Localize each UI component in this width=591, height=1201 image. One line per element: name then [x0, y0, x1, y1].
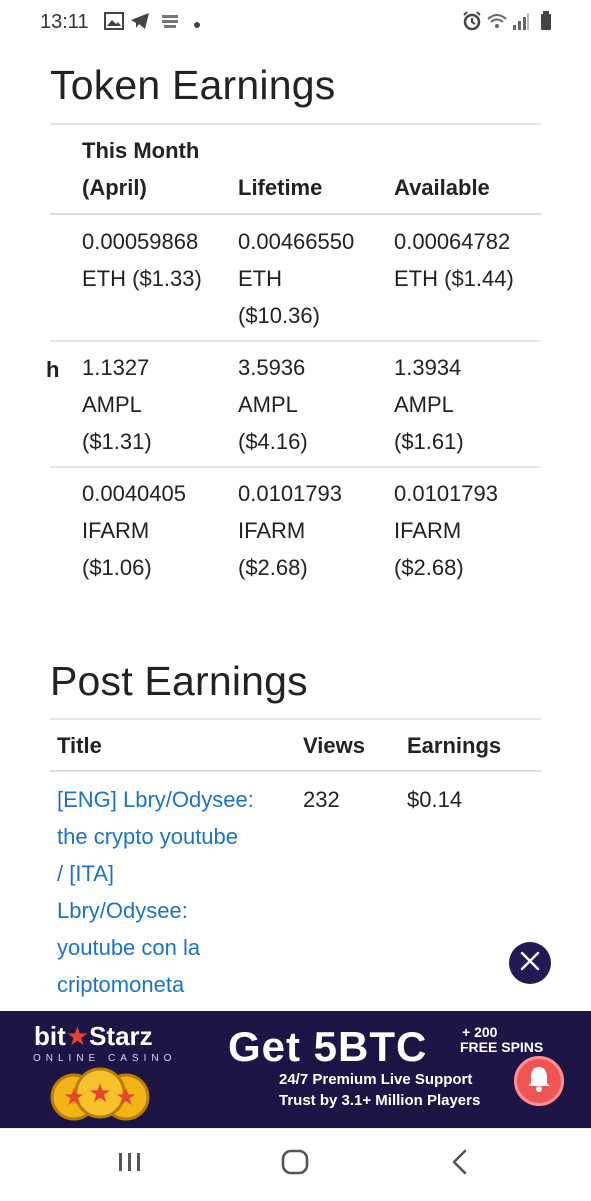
header-lifetime: Lifetime	[238, 175, 323, 200]
recent-apps-icon	[117, 1151, 143, 1178]
ad-bonus: + 200 FREE SPINS	[460, 1024, 544, 1055]
post-views: 232	[303, 787, 340, 812]
eth-available: 0.00064782 ETH ($1.44)	[394, 229, 514, 291]
svg-text:★: ★	[115, 1083, 137, 1111]
ad-banner[interactable]: bit★Starz ONLINE CASINO ★ ★ ★ Get 5BTC +…	[0, 1011, 591, 1128]
battery-icon	[540, 11, 552, 36]
ampl-lifetime: 3.5936 AMPL ($4.16)	[238, 355, 308, 454]
dot-icon	[193, 16, 201, 34]
status-bar: 13:11	[0, 0, 591, 44]
ifarm-available: 0.0101793 IFARM ($2.68)	[394, 481, 498, 580]
wifi-icon	[486, 11, 508, 36]
eth-this-month: 0.00059868 ETH ($1.33)	[82, 229, 202, 291]
star-icon: ★	[65, 1021, 90, 1051]
notification-bell-button[interactable]	[514, 1056, 564, 1106]
svg-text:★: ★	[63, 1083, 85, 1111]
token-earnings-title: Token Earnings	[50, 62, 336, 108]
ad-headline: Get 5BTC	[228, 1023, 428, 1070]
header-this-month: This Month (April)	[82, 138, 200, 200]
svg-text:★: ★	[88, 1079, 111, 1109]
telegram-icon	[130, 12, 150, 35]
token-table-top-rule	[50, 123, 541, 125]
ampl-row-label: h	[46, 357, 60, 382]
post-title-link[interactable]: [ENG] Lbry/Odysee: the crypto youtube / …	[57, 781, 254, 1003]
recent-apps-button[interactable]	[110, 1147, 150, 1181]
ad-brand: bit★Starz	[34, 1021, 153, 1051]
coins-icon: ★ ★ ★	[46, 1067, 154, 1128]
post-header-rule	[50, 770, 541, 772]
token-row-rule	[50, 340, 541, 342]
header-title: Title	[57, 733, 102, 758]
token-header-rule	[50, 213, 541, 215]
ampl-available: 1.3934 AMPL ($1.61)	[394, 355, 464, 454]
ad-line-support: 24/7 Premium Live Support	[279, 1071, 473, 1088]
close-icon	[519, 950, 541, 977]
alarm-icon	[462, 11, 482, 36]
header-earnings: Earnings	[407, 733, 502, 758]
navigation-bar	[0, 1128, 591, 1201]
post-earnings-value: $0.14	[407, 787, 463, 812]
post-earnings-title: Post Earnings	[50, 658, 308, 704]
image-icon	[104, 12, 124, 35]
ampl-this-month: 1.1327 AMPL ($1.31)	[82, 355, 152, 454]
token-row-rule	[50, 466, 541, 468]
home-icon	[281, 1149, 309, 1180]
header-views: Views	[303, 733, 365, 758]
ifarm-this-month: 0.0040405 IFARM ($1.06)	[82, 481, 186, 580]
home-button[interactable]	[275, 1147, 315, 1181]
header-available: Available	[394, 175, 490, 200]
ad-brand-sub: ONLINE CASINO	[33, 1053, 177, 1064]
ifarm-lifetime: 0.0101793 IFARM ($2.68)	[238, 481, 342, 580]
back-icon	[450, 1149, 470, 1180]
eth-lifetime: 0.00466550 ETH ($10.36)	[238, 229, 355, 328]
back-button[interactable]	[440, 1147, 480, 1181]
bell-icon	[526, 1065, 552, 1098]
post-table-top-rule	[50, 718, 541, 720]
status-time: 13:11	[40, 11, 89, 33]
signal-icon	[512, 11, 530, 36]
notification-icon	[160, 12, 180, 35]
close-ad-button[interactable]	[509, 942, 551, 984]
ad-line-trust: Trust by 3.1+ Million Players	[279, 1092, 481, 1109]
